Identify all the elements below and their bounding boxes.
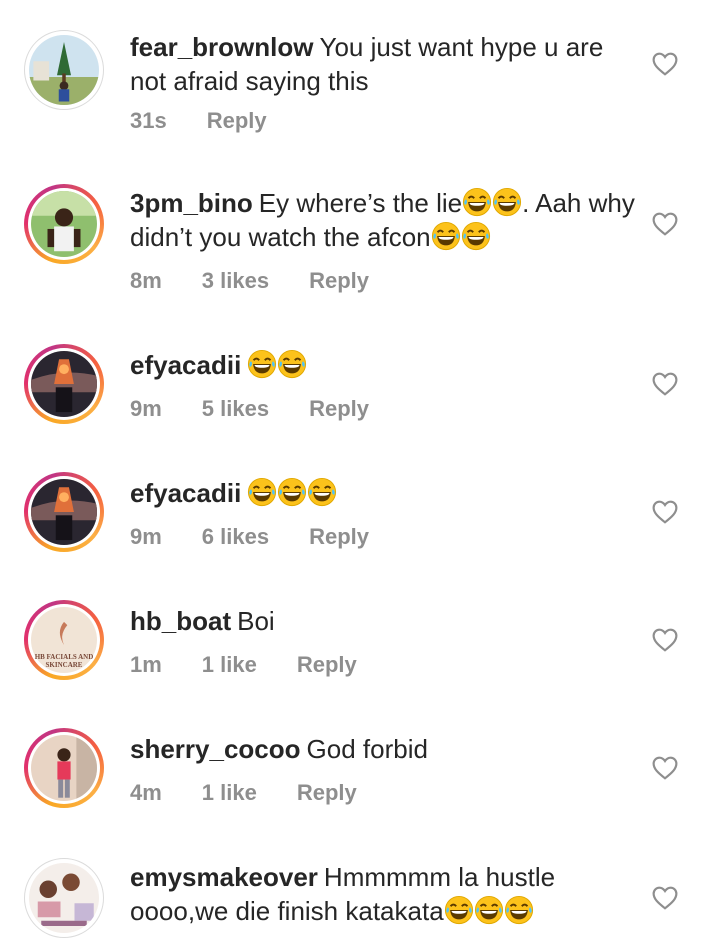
avatar-photo: [31, 479, 97, 545]
comment-text: fear_brownlow You just want hype u are no…: [130, 30, 640, 98]
heart-icon[interactable]: [652, 500, 678, 524]
emoji-icon: [431, 221, 461, 251]
likes-count[interactable]: 1 like: [202, 780, 257, 806]
comment-body: Boi: [237, 606, 275, 636]
emoji-icon: [444, 895, 474, 925]
comment-time: 9m: [130, 524, 162, 549]
avatar[interactable]: [24, 728, 104, 808]
comment-username[interactable]: sherry_cocoo: [130, 734, 301, 764]
avatar-photo: [31, 191, 97, 257]
comment-time: 31s: [130, 108, 167, 133]
comment-meta: 8m 3 likes Reply: [130, 268, 369, 294]
comment-body: Ey where’s the lie: [258, 188, 463, 218]
comment-username[interactable]: efyacadii: [130, 350, 241, 380]
comment-username[interactable]: emysmakeover: [130, 862, 318, 892]
comment-meta: 31s Reply: [130, 108, 267, 134]
avatar[interactable]: [24, 858, 104, 938]
reply-button[interactable]: Reply: [297, 780, 357, 806]
avatar-photo: [31, 351, 97, 417]
emoji-icon: [462, 187, 492, 217]
avatar[interactable]: HB FACIALS AND SKINCARE: [24, 600, 104, 680]
comment-text: hb_boat Boi: [130, 604, 640, 638]
emoji-icon: [504, 895, 534, 925]
likes-count[interactable]: 5 likes: [202, 396, 269, 422]
heart-icon[interactable]: [652, 756, 678, 780]
comment-meta: 1m 1 like Reply: [130, 652, 357, 678]
emoji-icon: [277, 349, 307, 379]
heart-icon[interactable]: [652, 628, 678, 652]
avatar-photo: [29, 35, 99, 105]
comment-text: efyacadii: [130, 476, 640, 510]
emoji-icon: [307, 477, 337, 507]
emoji-icon: [247, 349, 277, 379]
emoji-icon: [461, 221, 491, 251]
comment-username[interactable]: efyacadii: [130, 478, 241, 508]
comment-body: God forbid: [306, 734, 428, 764]
comment-username[interactable]: fear_brownlow: [130, 32, 313, 62]
comment-text: 3pm_bino Ey where’s the lie. Aah why didn…: [130, 186, 640, 254]
emoji-icon: [474, 895, 504, 925]
avatar-photo: [31, 735, 97, 801]
avatar[interactable]: [24, 344, 104, 424]
comment-time: 1m: [130, 652, 162, 677]
comment-text: efyacadii: [130, 348, 640, 382]
avatar[interactable]: [24, 472, 104, 552]
comment-time: 8m: [130, 268, 162, 293]
reply-button[interactable]: Reply: [207, 108, 267, 134]
emoji-icon: [247, 477, 277, 507]
avatar-photo: [29, 863, 99, 933]
avatar-logo-text: HB FACIALS AND SKINCARE: [34, 653, 94, 669]
comment-meta: 9m 5 likes Reply: [130, 396, 369, 422]
heart-icon[interactable]: [652, 372, 678, 396]
comment-text: sherry_cocoo God forbid: [130, 732, 640, 766]
heart-icon[interactable]: [652, 52, 678, 76]
reply-button[interactable]: Reply: [309, 396, 369, 422]
emoji-icon: [492, 187, 522, 217]
emoji-icon: [277, 477, 307, 507]
avatar[interactable]: [24, 184, 104, 264]
comment-time: 4m: [130, 780, 162, 805]
comment-meta: 9m 6 likes Reply: [130, 524, 369, 550]
heart-icon[interactable]: [652, 212, 678, 236]
comment-text: emysmakeover Hmmmmm la hustle oooo,we die…: [130, 860, 640, 928]
comment-username[interactable]: hb_boat: [130, 606, 231, 636]
likes-count[interactable]: 1 like: [202, 652, 257, 678]
comment-time: 9m: [130, 396, 162, 421]
reply-button[interactable]: Reply: [297, 652, 357, 678]
reply-button[interactable]: Reply: [309, 268, 369, 294]
comment-username[interactable]: 3pm_bino: [130, 188, 253, 218]
heart-icon[interactable]: [652, 886, 678, 910]
comment-meta: 4m 1 like Reply: [130, 780, 357, 806]
likes-count[interactable]: 3 likes: [202, 268, 269, 294]
reply-button[interactable]: Reply: [309, 524, 369, 550]
likes-count[interactable]: 6 likes: [202, 524, 269, 550]
avatar[interactable]: [24, 30, 104, 110]
